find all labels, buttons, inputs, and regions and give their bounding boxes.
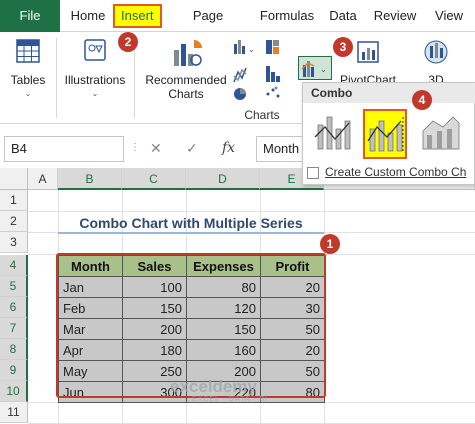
tab-data[interactable]: Data xyxy=(326,0,360,32)
combo-option-1-icon xyxy=(314,116,351,150)
column-header-a[interactable]: A xyxy=(28,168,58,190)
ribbon-divider xyxy=(56,38,57,118)
tab-page-layout[interactable]: Page Layout xyxy=(172,0,244,55)
tab-file[interactable]: File xyxy=(0,0,60,32)
svg-text:⌄: ⌄ xyxy=(248,45,255,54)
step-badge-3: 3 xyxy=(333,37,353,57)
create-custom-combo-chart-link[interactable]: Create Custom Combo Ch xyxy=(307,165,466,179)
3d-map-button[interactable]: 3D xyxy=(414,38,458,87)
combo-option-3-icon xyxy=(422,116,460,150)
scatter-chart-icon xyxy=(266,86,280,98)
row-header-6[interactable]: 6 xyxy=(0,297,28,318)
more-options-icon[interactable]: ⋮ xyxy=(130,142,140,153)
step-badge-4: 4 xyxy=(412,90,432,110)
statistic-chart-icon xyxy=(266,66,280,82)
combo-chart-button[interactable]: ⌄ xyxy=(298,56,332,80)
chart-type-icons[interactable]: ⌄ xyxy=(232,38,294,100)
custom-combo-icon xyxy=(307,166,319,179)
pie-chart-icon xyxy=(234,88,246,100)
formula-bar: B4 ⋮ ✕ ✓ fx Month xyxy=(0,132,302,166)
cancel-icon[interactable]: ✕ xyxy=(150,140,162,157)
combo-menu-title: Combo xyxy=(303,83,475,103)
hierarchy-chart-icon xyxy=(266,40,279,54)
combo-clustered-column-line-secondary-axis-option[interactable] xyxy=(363,109,407,159)
svg-text:⌄: ⌄ xyxy=(320,65,327,74)
row-header-3[interactable]: 3 xyxy=(0,232,28,253)
formula-input[interactable]: Month xyxy=(256,136,302,162)
combo-option-2-icon xyxy=(367,117,404,152)
column-chart-icon: ⌄ xyxy=(234,40,255,54)
combo-chart-menu: Combo Create Custom Combo Ch xyxy=(302,82,475,185)
column-header-c[interactable]: C xyxy=(122,168,186,190)
illustrations-label: Illustrations xyxy=(64,73,126,87)
sheet-title[interactable]: Combo Chart with Multiple Series xyxy=(58,212,324,234)
row-header-4[interactable]: 4 xyxy=(0,255,28,276)
tab-view[interactable]: View xyxy=(432,0,466,32)
watermark-tagline: EXCEL · DATA · BI xyxy=(192,396,268,403)
combo-chart-icon: ⌄ xyxy=(301,61,327,77)
name-box[interactable]: B4 xyxy=(4,136,124,162)
3d-map-icon xyxy=(424,40,448,64)
create-custom-combo-label: Create Custom Combo Ch xyxy=(325,165,467,179)
tab-formulas[interactable]: Formulas xyxy=(258,0,316,32)
recommended-charts-label-2: Charts xyxy=(168,87,204,101)
charts-group-label: Charts xyxy=(244,108,280,122)
line-chart-icon xyxy=(233,67,247,83)
row-header-10[interactable]: 10 xyxy=(0,381,28,402)
row-header-7[interactable]: 7 xyxy=(0,318,28,339)
step-badge-2: 2 xyxy=(118,32,138,52)
recommended-charts-label-1: Recommended xyxy=(145,73,227,87)
tables-button[interactable]: Tables ⌄ xyxy=(6,38,50,101)
select-all-corner[interactable] xyxy=(0,168,28,190)
combo-clustered-column-line-option[interactable] xyxy=(311,109,355,159)
ribbon-divider xyxy=(134,38,135,118)
row-header-2[interactable]: 2 xyxy=(0,211,28,232)
watermark-logo: exceldemy xyxy=(170,377,257,396)
row-header-11[interactable]: 11 xyxy=(0,402,28,423)
row-header-1[interactable]: 1 xyxy=(0,190,28,211)
column-header-b[interactable]: B xyxy=(58,168,122,190)
recommended-charts-button[interactable]: Recommended Charts xyxy=(140,36,232,101)
tab-review[interactable]: Review xyxy=(372,0,418,32)
row-header-8[interactable]: 8 xyxy=(0,339,28,360)
combo-stacked-area-column-option[interactable] xyxy=(419,109,463,159)
enter-icon[interactable]: ✓ xyxy=(186,140,198,157)
table-icon xyxy=(16,39,40,63)
chevron-down-icon: ⌄ xyxy=(91,89,99,98)
tab-home[interactable]: Home xyxy=(68,0,108,32)
tables-label: Tables xyxy=(10,73,46,87)
chevron-down-icon: ⌄ xyxy=(24,89,32,98)
ribbon-tab-bar: File Home Insert Page Layout Formulas Da… xyxy=(0,0,475,55)
recommended-charts-icon xyxy=(174,40,202,66)
worksheet-grid: A B C D E F 1 2 3 4 5 6 7 8 9 10 11 Comb… xyxy=(0,168,475,424)
insert-function-icon[interactable]: fx xyxy=(222,140,235,156)
column-header-d[interactable]: D xyxy=(186,168,260,190)
tab-insert[interactable]: Insert xyxy=(113,4,162,28)
step-badge-1: 1 xyxy=(320,234,340,254)
row-header-5[interactable]: 5 xyxy=(0,276,28,297)
row-header-9[interactable]: 9 xyxy=(0,360,28,381)
pivotchart-icon xyxy=(357,41,379,63)
illustrations-icon xyxy=(84,39,106,61)
